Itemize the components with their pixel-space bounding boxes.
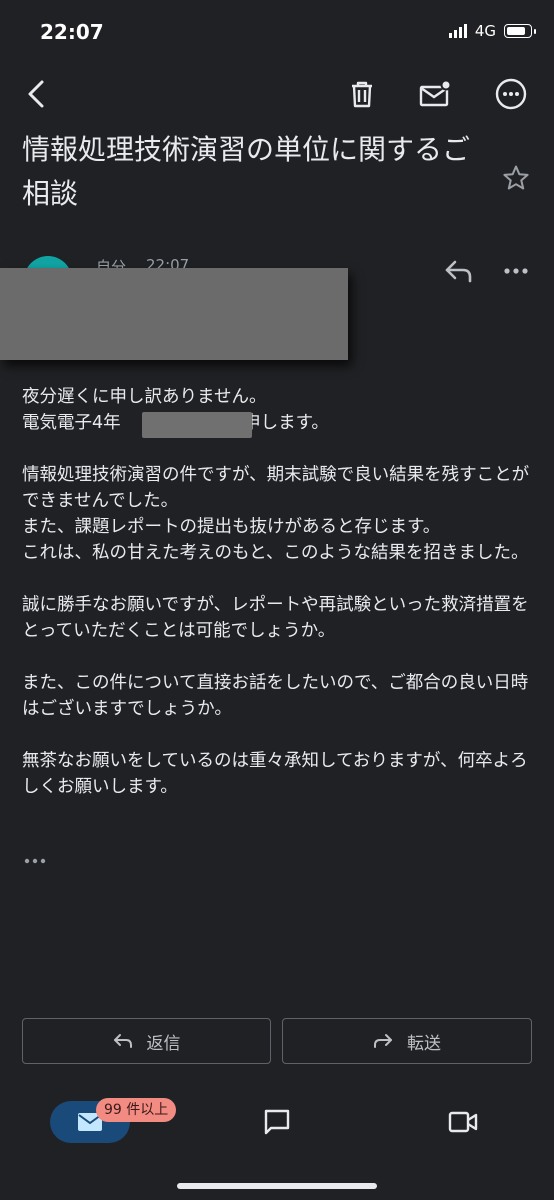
unread-count-badge: 99 件以上	[96, 1098, 177, 1122]
redaction-block	[142, 412, 252, 438]
email-subject: 情報処理技術演習の単位に関するご相談	[22, 133, 471, 210]
home-indicator[interactable]	[177, 1183, 377, 1189]
battery-icon	[504, 24, 536, 38]
chat-icon[interactable]	[262, 1107, 292, 1137]
network-label: 4G	[474, 22, 496, 40]
forward-label: 転送	[407, 1033, 441, 1054]
show-trimmed-icon[interactable]	[24, 856, 46, 866]
trash-icon[interactable]	[346, 78, 378, 110]
body-paragraph: 誠に勝手なお願いですが、レポートや再試験といった救済措置をとっていただくことは可…	[22, 595, 529, 641]
body-paragraph: また、この件について直接お話をしたいので、ご都合の良い日時はございますでしょうか…	[22, 673, 529, 719]
mark-unread-icon[interactable]	[418, 78, 452, 110]
forward-button[interactable]: 転送	[282, 1018, 532, 1064]
signal-icon	[448, 24, 467, 38]
forward-icon	[374, 1034, 392, 1048]
more-horiz-icon[interactable]	[503, 265, 529, 277]
status-time: 22:07	[40, 20, 104, 44]
reply-button[interactable]: 返信	[22, 1018, 271, 1064]
email-body: 夜分遅くに申し訳ありません。 電気電子4年 と申します。 情報処理技術演習の件で…	[22, 384, 532, 826]
redaction-block	[0, 268, 348, 360]
star-icon[interactable]	[502, 164, 530, 192]
reply-label: 返信	[146, 1033, 181, 1054]
body-paragraph: 夜分遅くに申し訳ありません。 電気電子4年 と申します。	[22, 387, 329, 433]
video-call-icon[interactable]	[448, 1110, 478, 1134]
reply-icon	[113, 1034, 132, 1048]
more-vert-icon[interactable]	[494, 77, 528, 111]
body-paragraph: 情報処理技術演習の件ですが、期末試験で良い結果を残すことができませんでした。 ま…	[22, 465, 530, 563]
body-paragraph: 無茶なお願いをしているのは重々承知しておりますが、何卒よろしくお願いします。	[22, 751, 528, 797]
reply-icon[interactable]	[444, 258, 474, 284]
back-arrow-icon[interactable]	[22, 78, 50, 110]
status-indicators: 4G	[448, 22, 536, 40]
